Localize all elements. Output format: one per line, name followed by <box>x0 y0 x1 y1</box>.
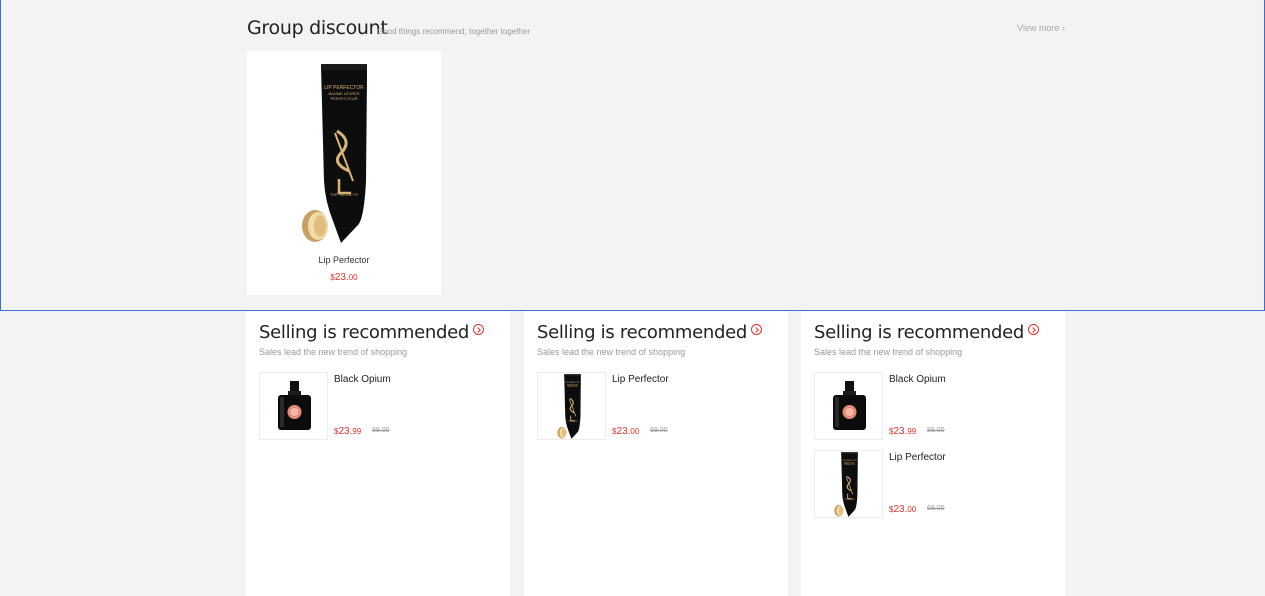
group-discount-title: Group discount <box>247 17 388 39</box>
panel-title-text: Selling is recommended <box>814 322 1025 343</box>
panel-subtitle: Sales lead the new trend of shopping <box>537 347 686 357</box>
view-more-link[interactable]: View more › <box>1017 23 1065 33</box>
item-old-price: 69.00 <box>927 505 945 512</box>
circle-arrow-right-icon[interactable] <box>751 324 763 335</box>
panel-title-text: Selling is recommended <box>259 322 470 343</box>
group-discount-header: Group discount Good things recommend, to… <box>247 17 1065 41</box>
lip-perfector-tube-icon <box>297 61 391 249</box>
price-cents: 00 <box>348 273 358 282</box>
item-old-price: 89.00 <box>372 427 390 434</box>
circle-arrow-right-icon[interactable] <box>1028 324 1040 335</box>
group-product-price: $23.00 <box>247 272 441 283</box>
price-cents: 00 <box>630 427 640 436</box>
price-main: 23. <box>893 426 908 437</box>
panel-title: Selling is recommended <box>259 322 485 343</box>
group-product-name: Lip Perfector <box>318 255 370 265</box>
price-main: 23. <box>338 426 353 437</box>
black-opium-bottle-icon <box>814 372 883 440</box>
black-opium-bottle-icon <box>259 372 328 440</box>
panel-title-text: Selling is recommended <box>537 322 748 343</box>
lip-perfector-tube-icon <box>537 372 606 440</box>
circle-arrow-right-icon[interactable] <box>473 324 485 335</box>
list-item[interactable]: Black Opium $23.99 89.00 <box>814 372 1054 440</box>
item-price: $23.99 <box>334 426 361 437</box>
item-old-price: 69.00 <box>650 427 668 434</box>
panel-subtitle: Sales lead the new trend of shopping <box>259 347 408 357</box>
item-old-price: 89.00 <box>927 427 945 434</box>
price-cents: 99 <box>907 427 917 436</box>
panel-title: Selling is recommended <box>814 322 1040 343</box>
item-price: $23.99 <box>889 426 916 437</box>
item-name: Lip Perfector <box>889 452 946 463</box>
price-main: 23. <box>893 504 908 515</box>
price-main: 23. <box>334 272 349 283</box>
panel-subtitle: Sales lead the new trend of shopping <box>814 347 963 357</box>
group-discount-subtitle: Good things recommend, together together <box>377 27 530 36</box>
panel-title: Selling is recommended <box>537 322 763 343</box>
list-item[interactable]: Lip Perfector $23.00 69.00 <box>814 450 1054 518</box>
recommend-panel-1: Selling is recommended Sales lead the ne… <box>246 311 510 596</box>
recommend-panel-3: Selling is recommended Sales lead the ne… <box>801 311 1065 596</box>
price-cents: 00 <box>907 505 917 514</box>
price-main: 23. <box>616 426 631 437</box>
item-price: $23.00 <box>889 504 916 515</box>
list-item[interactable]: Black Opium $23.99 89.00 <box>259 372 499 440</box>
group-product-card[interactable]: Lip Perfector $23.00 <box>247 51 441 295</box>
price-cents: 99 <box>352 427 362 436</box>
item-name: Lip Perfector <box>612 374 669 385</box>
item-price: $23.00 <box>612 426 639 437</box>
item-name: Black Opium <box>889 374 946 385</box>
list-item[interactable]: Lip Perfector $23.00 69.00 <box>537 372 777 440</box>
lip-perfector-tube-icon <box>814 450 883 518</box>
group-discount-section: Group discount Good things recommend, to… <box>0 0 1265 311</box>
recommend-panel-2: Selling is recommended Sales lead the ne… <box>524 311 788 596</box>
item-name: Black Opium <box>334 374 391 385</box>
